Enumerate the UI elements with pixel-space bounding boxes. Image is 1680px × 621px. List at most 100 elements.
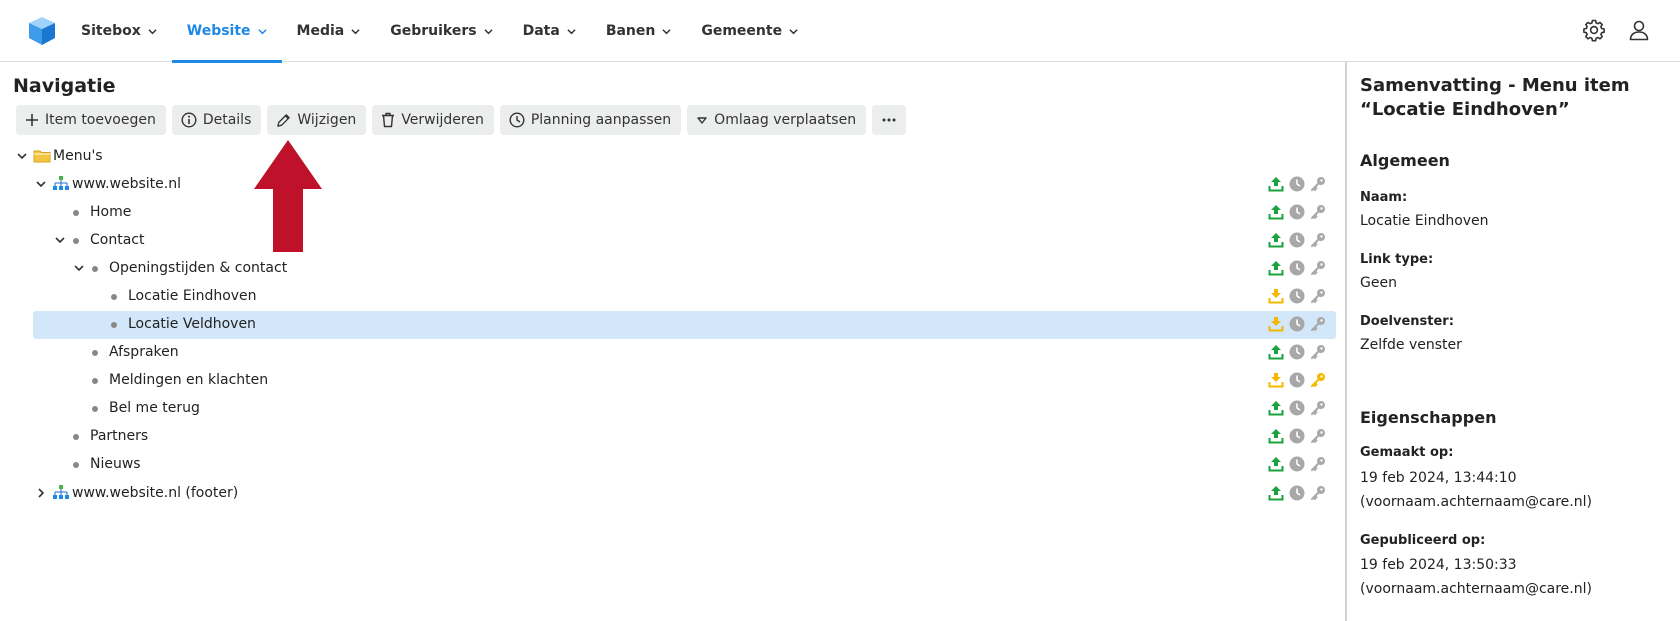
tree-row[interactable]: Menu's — [0, 142, 1345, 170]
publish-status-published-icon[interactable] — [1268, 400, 1284, 416]
tree-row[interactable]: www.website.nl — [0, 170, 1345, 198]
target-label: Doelvenster: — [1360, 314, 1454, 329]
summary-title: Samenvatting - Menu item “Locatie Eindho… — [1360, 75, 1630, 120]
clock-icon[interactable] — [1289, 400, 1305, 416]
publish-status-published-icon[interactable] — [1268, 428, 1284, 444]
key-icon[interactable] — [1310, 372, 1326, 388]
gear-icon[interactable] — [1582, 18, 1606, 42]
tree-row[interactable]: Nieuws — [0, 450, 1345, 478]
caret-down-icon — [697, 117, 707, 124]
more-button[interactable] — [872, 105, 907, 135]
clock-icon[interactable] — [1289, 288, 1305, 304]
status-icons — [1268, 485, 1326, 501]
key-icon[interactable] — [1310, 428, 1326, 444]
clock-icon[interactable] — [1289, 344, 1305, 360]
tree-item-label: Bel me terug — [109, 400, 200, 416]
key-icon[interactable] — [1310, 316, 1326, 332]
tree-row[interactable]: www.website.nl (footer) — [0, 479, 1345, 507]
clock-icon[interactable] — [1289, 485, 1305, 501]
annotation-arrow-icon — [254, 140, 322, 252]
publish-status-published-icon[interactable] — [1268, 456, 1284, 472]
chevron-down-icon[interactable] — [16, 150, 28, 162]
chevron-down-icon[interactable] — [73, 262, 85, 274]
nav-media[interactable]: Media — [282, 0, 376, 62]
clock-icon[interactable] — [1289, 456, 1305, 472]
link-type-label: Link type: — [1360, 252, 1434, 267]
nav-gemeente[interactable]: Gemeente — [686, 0, 813, 62]
tree-row[interactable]: Locatie Veldhoven — [0, 310, 1345, 339]
status-icons — [1268, 428, 1326, 444]
move-down-button[interactable]: Omlaag verplaatsen — [687, 105, 867, 135]
tree-row[interactable]: Contact — [0, 226, 1345, 254]
publish-status-pending-icon[interactable] — [1268, 316, 1284, 332]
properties-heading: Eigenschappen — [1360, 408, 1497, 427]
nav-banen[interactable]: Banen — [591, 0, 687, 62]
move-down-label: Omlaag verplaatsen — [714, 112, 857, 128]
clock-icon[interactable] — [1289, 232, 1305, 248]
delete-label: Verwijderen — [401, 112, 484, 128]
add-item-label: Item toevoegen — [45, 112, 156, 128]
tree-row[interactable]: Home — [0, 198, 1345, 226]
sitebox-logo[interactable] — [28, 16, 56, 46]
chevron-right-icon[interactable] — [35, 487, 47, 499]
nav-website-label: Website — [186, 23, 251, 39]
clock-icon[interactable] — [1289, 372, 1305, 388]
key-icon[interactable] — [1310, 456, 1326, 472]
nav-sitebox[interactable]: Sitebox — [66, 0, 172, 62]
user-icon[interactable] — [1627, 18, 1651, 42]
tree-row[interactable]: Afspraken — [0, 338, 1345, 366]
key-icon[interactable] — [1310, 176, 1326, 192]
publish-status-published-icon[interactable] — [1268, 232, 1284, 248]
clock-icon[interactable] — [1289, 316, 1305, 332]
chevron-down-icon — [662, 28, 671, 34]
key-icon[interactable] — [1310, 288, 1326, 304]
add-item-button[interactable]: Item toevoegen — [16, 105, 166, 135]
clock-icon[interactable] — [1289, 428, 1305, 444]
chevron-down-icon — [351, 28, 360, 34]
nav-website[interactable]: Website — [171, 0, 282, 63]
publish-status-published-icon[interactable] — [1268, 260, 1284, 276]
chevron-down-icon — [257, 28, 267, 34]
nav-gebruikers[interactable]: Gebruikers — [375, 0, 507, 62]
details-button[interactable]: Details — [171, 105, 262, 135]
key-icon[interactable] — [1310, 344, 1326, 360]
publish-status-published-icon[interactable] — [1268, 485, 1284, 501]
key-icon[interactable] — [1310, 260, 1326, 276]
tree-row[interactable]: Locatie Eindhoven — [0, 282, 1345, 310]
publish-status-published-icon[interactable] — [1268, 176, 1284, 192]
tree-item-label: Locatie Veldhoven — [128, 316, 256, 332]
tree-row[interactable]: Openingstijden & contact — [0, 254, 1345, 282]
published-by: (voornaam.achternaam@care.nl) — [1360, 581, 1592, 597]
clock-icon[interactable] — [1289, 176, 1305, 192]
tree-row[interactable]: Partners — [0, 422, 1345, 450]
publish-status-pending-icon[interactable] — [1268, 288, 1284, 304]
chevron-down-icon[interactable] — [35, 178, 47, 190]
clock-icon[interactable] — [1289, 204, 1305, 220]
edit-label: Wijzigen — [297, 112, 357, 128]
tree-row[interactable]: Bel me terug — [0, 394, 1345, 422]
status-icons — [1268, 176, 1326, 192]
delete-button[interactable]: Verwijderen — [372, 105, 494, 135]
nav-media-label: Media — [296, 23, 345, 39]
clock-icon[interactable] — [1289, 260, 1305, 276]
nav-gebruikers-label: Gebruikers — [390, 23, 477, 39]
pane-divider[interactable] — [1345, 62, 1347, 621]
schedule-button[interactable]: Planning aanpassen — [499, 105, 682, 135]
bullet-icon — [92, 350, 98, 356]
key-icon[interactable] — [1310, 232, 1326, 248]
tree-item-label: Nieuws — [90, 456, 141, 472]
key-icon[interactable] — [1310, 204, 1326, 220]
publish-status-published-icon[interactable] — [1268, 344, 1284, 360]
key-icon[interactable] — [1310, 485, 1326, 501]
publish-status-published-icon[interactable] — [1268, 204, 1284, 220]
tree-item-label: www.website.nl — [72, 176, 181, 192]
chevron-down-icon[interactable] — [54, 234, 66, 246]
key-icon[interactable] — [1310, 400, 1326, 416]
general-heading: Algemeen — [1360, 151, 1450, 170]
tree-item-label: Partners — [90, 428, 149, 444]
edit-button[interactable]: Wijzigen — [267, 105, 367, 135]
tree-row[interactable]: Meldingen en klachten — [0, 366, 1345, 394]
link-type-value: Geen — [1360, 275, 1397, 291]
nav-data[interactable]: Data — [508, 0, 591, 62]
publish-status-pending-icon[interactable] — [1268, 372, 1284, 388]
